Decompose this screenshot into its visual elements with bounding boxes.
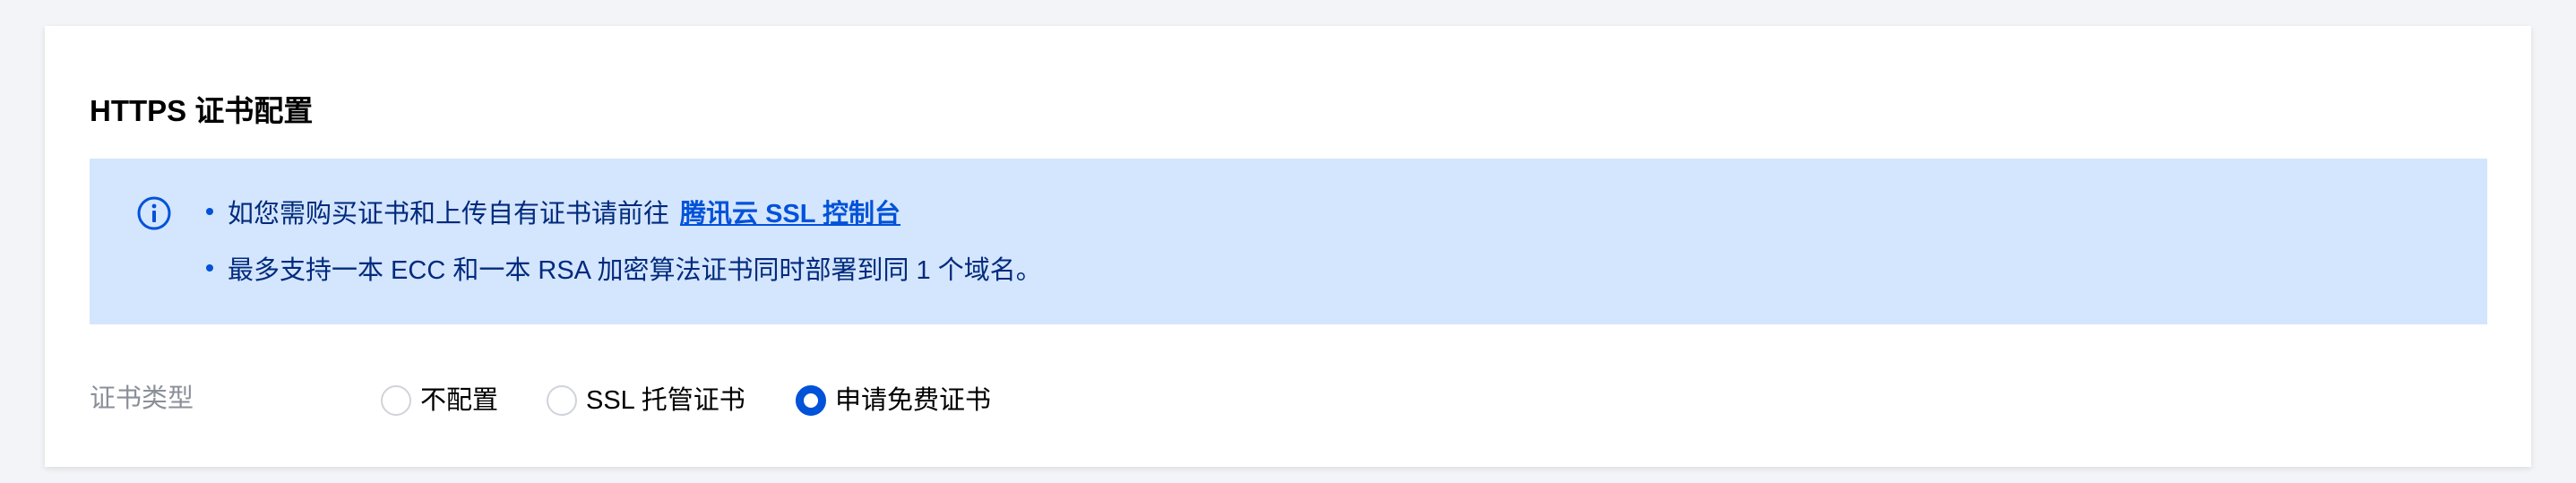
radio-button[interactable] — [381, 385, 411, 416]
radio-option-free-cert[interactable]: 申请免费证书 — [796, 383, 991, 418]
section-title: HTTPS 证书配置 — [90, 94, 314, 127]
notice-text-limit: 最多支持一本 ECC 和一本 RSA 加密算法证书同时部署到同 1 个域名。 — [228, 256, 1042, 285]
radio-button[interactable] — [547, 385, 577, 416]
cert-type-row: 证书类型 不配置 SSL 托管证书 申请免费证书 — [90, 383, 2419, 418]
info-icon — [136, 195, 172, 231]
info-notice: 如您需购买证书和上传自有证书请前往 腾讯云 SSL 控制台 最多支持一本 ECC … — [90, 159, 2487, 324]
bullet — [206, 264, 213, 272]
radio-label: 申请免费证书 — [835, 385, 992, 415]
notice-line-limit: 最多支持一本 ECC 和一本 RSA 加密算法证书同时部署到同 1 个域名。 — [206, 258, 1042, 284]
cert-type-label: 证书类型 — [90, 384, 194, 413]
https-cert-config-card: HTTPS 证书配置 如您需购买证书和上传自有证书请前往 腾讯云 SSL 控制台 … — [45, 26, 2531, 467]
radio-button-checked[interactable] — [796, 385, 826, 416]
notice-line-purchase: 如您需购买证书和上传自有证书请前往 腾讯云 SSL 控制台 — [206, 202, 900, 228]
bullet — [206, 208, 213, 216]
ssl-console-link[interactable]: 腾讯云 SSL 控制台 — [680, 200, 900, 229]
radio-label: SSL 托管证书 — [586, 385, 745, 415]
radio-option-ssl-managed[interactable]: SSL 托管证书 — [547, 383, 745, 418]
radio-option-no-config[interactable]: 不配置 — [381, 383, 498, 418]
notice-text-purchase: 如您需购买证书和上传自有证书请前往 — [228, 200, 670, 229]
radio-label: 不配置 — [420, 385, 499, 415]
